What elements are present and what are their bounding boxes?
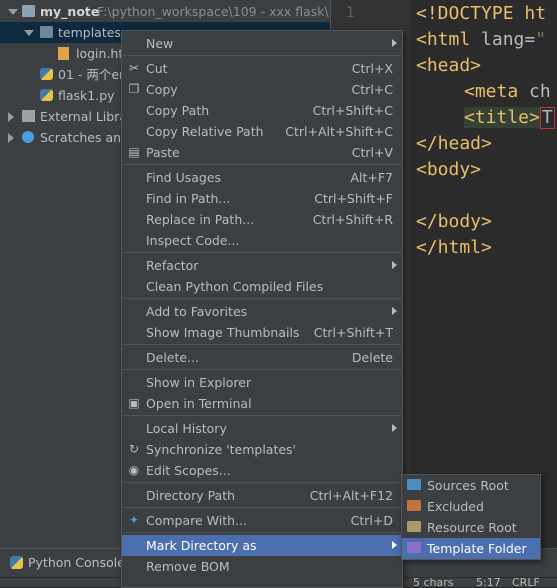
python-file-icon xyxy=(40,89,53,101)
submenu-arrow-icon xyxy=(392,424,397,432)
submenu-arrow-icon xyxy=(392,39,397,47)
sources-root-folder-icon xyxy=(407,479,421,490)
library-icon xyxy=(22,110,35,122)
tree-root-row[interactable]: my_note F:\python_workspace\109 - xxx fl… xyxy=(0,1,330,22)
line-number: 1 xyxy=(346,5,355,21)
menu-item-replace-in-path[interactable]: Replace in Path... Ctrl+Shift+R xyxy=(122,209,402,230)
menu-separator xyxy=(123,344,401,345)
folder-icon xyxy=(40,26,53,38)
menu-item-refactor[interactable]: Refactor xyxy=(122,255,402,276)
submenu-arrow-icon xyxy=(392,261,397,269)
chevron-right-icon[interactable] xyxy=(8,133,14,143)
template-folder-icon xyxy=(407,542,421,553)
code-line: <title> T xyxy=(464,107,555,129)
submenu-arrow-icon xyxy=(392,307,397,315)
project-path: F:\python_workspace\109 - xxx flask\109 xyxy=(97,4,330,19)
folder-icon xyxy=(22,5,35,17)
menu-item-synchronize[interactable]: ↻ Synchronize 'templates' xyxy=(122,439,402,460)
submenu-item-template-folder[interactable]: Template Folder xyxy=(402,538,540,559)
menu-item-open-in-terminal[interactable]: ▣ Open in Terminal xyxy=(122,393,402,414)
submenu-item-resource-root[interactable]: Resource Root xyxy=(402,517,540,538)
menu-item-show-image-thumbnails[interactable]: Show Image Thumbnails Ctrl+Shift+T xyxy=(122,322,402,343)
menu-item-find-in-path[interactable]: Find in Path... Ctrl+Shift+F xyxy=(122,188,402,209)
menu-item-delete[interactable]: Delete... Delete xyxy=(122,347,402,368)
chevron-right-icon[interactable] xyxy=(8,112,14,122)
scope-icon: ◉ xyxy=(128,463,140,477)
code-line: </head> xyxy=(416,133,492,154)
menu-separator xyxy=(123,507,401,508)
context-menu: New ✂ Cut Ctrl+X ❐ Copy Ctrl+C Copy Path Ctrl… xyxy=(121,30,403,588)
compare-icon: ✦ xyxy=(128,513,140,527)
scratches-icon xyxy=(22,131,34,143)
menu-separator xyxy=(123,298,401,299)
menu-item-compare-with[interactable]: ✦ Compare With... Ctrl+D xyxy=(122,510,402,531)
menu-item-clean-python-compiled[interactable]: Clean Python Compiled Files xyxy=(122,276,402,297)
menu-separator xyxy=(123,55,401,56)
menu-item-mark-directory-as[interactable]: Mark Directory as xyxy=(122,535,402,556)
code-line: <!DOCTYPE ht xyxy=(416,3,547,24)
sync-icon: ↻ xyxy=(128,442,140,456)
project-name: my_note xyxy=(40,4,100,19)
chevron-down-icon[interactable] xyxy=(8,9,18,15)
python-file-icon xyxy=(40,68,53,80)
menu-item-copy-path[interactable]: Copy Path Ctrl+Shift+C xyxy=(122,100,402,121)
menu-separator xyxy=(123,415,401,416)
mark-directory-submenu: Sources Root Excluded Resource Root Temp… xyxy=(401,474,541,560)
menu-item-paste[interactable]: ▤ Paste Ctrl+V xyxy=(122,142,402,163)
excluded-folder-icon xyxy=(407,500,421,511)
menu-separator xyxy=(123,482,401,483)
submenu-arrow-icon xyxy=(392,541,397,549)
chevron-down-icon[interactable] xyxy=(24,30,34,36)
menu-item-copy[interactable]: ❐ Copy Ctrl+C xyxy=(122,79,402,100)
text-cursor: T xyxy=(539,107,555,129)
code-line: <meta ch xyxy=(464,81,551,102)
cut-icon: ✂ xyxy=(128,61,140,75)
code-line: <html lang=" xyxy=(416,29,547,50)
menu-item-show-in-explorer[interactable]: Show in Explorer xyxy=(122,372,402,393)
code-line: <body> xyxy=(416,159,482,180)
submenu-item-sources-root[interactable]: Sources Root xyxy=(402,475,540,496)
menu-separator xyxy=(123,369,401,370)
tree-item-label: templates xyxy=(58,25,121,40)
python-console-tab[interactable]: Python Console xyxy=(10,555,125,570)
terminal-icon: ▣ xyxy=(128,396,140,410)
code-line: </html> xyxy=(416,237,492,258)
menu-item-add-to-favorites[interactable]: Add to Favorites xyxy=(122,301,402,322)
menu-item-edit-scopes[interactable]: ◉ Edit Scopes... xyxy=(122,460,402,481)
paste-icon: ▤ xyxy=(128,145,140,159)
submenu-item-excluded[interactable]: Excluded xyxy=(402,496,540,517)
menu-separator xyxy=(123,164,401,165)
menu-item-directory-path[interactable]: Directory Path Ctrl+Alt+F12 xyxy=(122,485,402,506)
menu-separator xyxy=(123,532,401,533)
menu-item-cut[interactable]: ✂ Cut Ctrl+X xyxy=(122,58,402,79)
menu-item-remove-bom[interactable]: Remove BOM xyxy=(122,556,402,577)
copy-icon: ❐ xyxy=(128,82,140,96)
menu-item-find-usages[interactable]: Find Usages Alt+F7 xyxy=(122,167,402,188)
menu-item-new[interactable]: New xyxy=(122,33,402,54)
menu-separator xyxy=(123,252,401,253)
python-console-icon xyxy=(10,556,23,569)
code-line: </body> xyxy=(416,211,492,232)
code-editor[interactable]: <!DOCTYPE ht <html lang=" <head> <meta c… xyxy=(410,0,557,548)
menu-item-local-history[interactable]: Local History xyxy=(122,418,402,439)
tree-item-label: flask1.py xyxy=(58,88,115,103)
menu-item-copy-relative-path[interactable]: Copy Relative Path Ctrl+Alt+Shift+C xyxy=(122,121,402,142)
menu-item-inspect-code[interactable]: Inspect Code... xyxy=(122,230,402,251)
html-file-icon xyxy=(58,47,69,60)
resource-root-folder-icon xyxy=(407,521,421,532)
code-line: <head> xyxy=(416,55,482,76)
